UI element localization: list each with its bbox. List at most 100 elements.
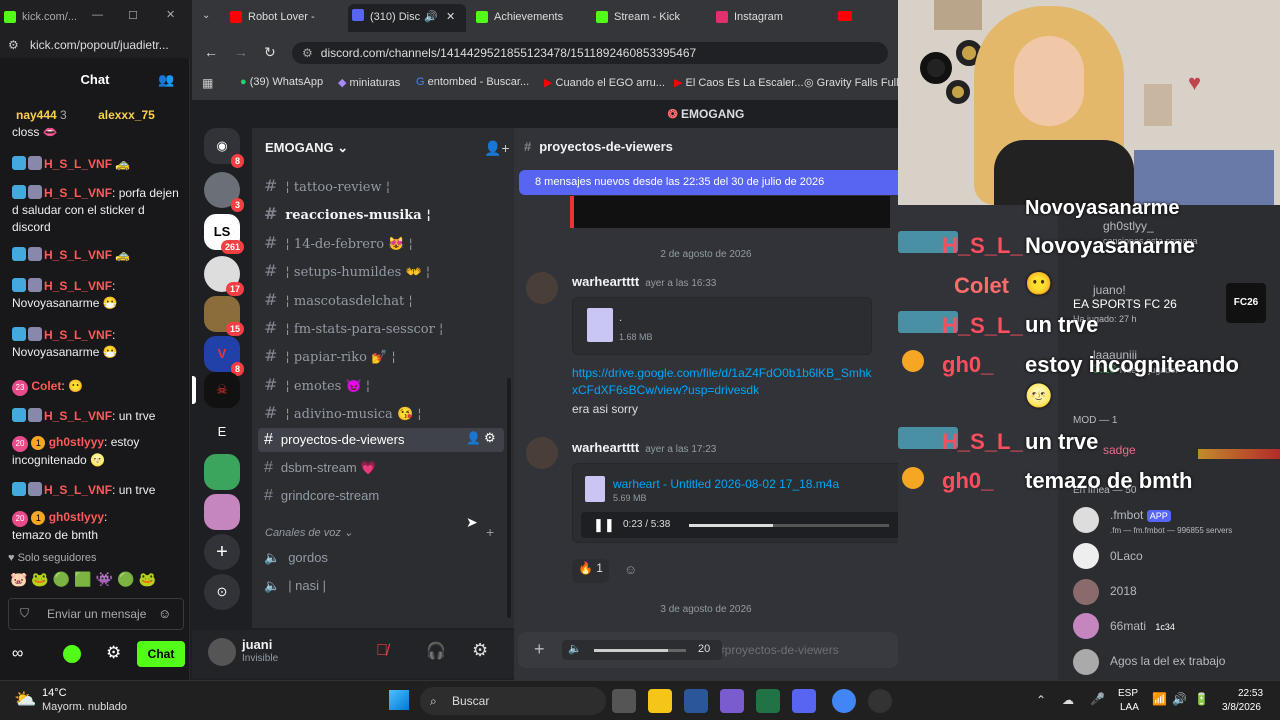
avatar[interactable] — [1073, 543, 1099, 569]
channel-grindcore-stream[interactable]: # grindcore-stream — [264, 487, 379, 505]
close-tab-icon[interactable]: ✕ — [446, 4, 455, 30]
volume-slider[interactable]: 🔈 20 — [562, 640, 722, 660]
member-item[interactable]: Agos la del ex trabajo — [1110, 654, 1225, 668]
send-chat-button[interactable]: Chat — [137, 641, 185, 667]
member-item[interactable]: 0Laco — [1110, 549, 1143, 563]
chat-username[interactable]: H_S_L_VNF — [44, 186, 112, 200]
windows-start-icon[interactable] — [389, 690, 409, 710]
task-view-icon[interactable] — [612, 689, 636, 713]
avatar[interactable] — [1073, 649, 1099, 675]
close-icon[interactable]: ✕ — [166, 8, 175, 21]
tray-chevron-icon[interactable]: ⌃ — [1036, 693, 1046, 707]
voice-channel[interactable]: 🔈 gordos — [264, 550, 328, 566]
new-messages-banner[interactable]: 8 mensajes nuevos desde las 22:35 del 30… — [519, 170, 898, 195]
avatar[interactable] — [1073, 613, 1099, 639]
volume-icon[interactable]: 🔊 — [1172, 692, 1187, 706]
bookmark[interactable]: ▶ El Caos Es La Escaler... — [674, 76, 804, 89]
voice-channel[interactable]: 🔈 | nasi | — [264, 578, 326, 594]
message-author[interactable]: warheartttt — [572, 440, 639, 455]
pinned-user[interactable]: alexxx_75 — [98, 108, 155, 122]
browser-tab[interactable]: Stream - Kick — [592, 6, 704, 28]
discover-icon[interactable]: ⊙ — [204, 574, 240, 610]
member-item[interactable]: 2018 — [1110, 584, 1137, 598]
bookmark[interactable]: ◆ miniaturas — [338, 76, 400, 89]
mic-muted-icon[interactable]: 🎙̸ — [376, 642, 388, 660]
speaker-icon[interactable]: 🔊 — [424, 4, 438, 30]
browser-tab[interactable]: Robot Lover - — [226, 6, 338, 28]
server-icon[interactable]: V8 — [204, 336, 244, 376]
chat-username[interactable]: H_S_L_VNF — [44, 409, 112, 423]
headphones-icon[interactable]: 🎧 — [426, 641, 446, 661]
drive-link[interactable]: https://drive.google.com/file/d/1aZ4FdO0… — [572, 365, 872, 399]
browser-tab-active[interactable]: (310) Disc 🔊 ✕ — [348, 4, 466, 32]
browser-tab[interactable]: Instagram — [712, 6, 824, 28]
channel-14-de-febrero[interactable]: # ¦ 14-de-febrero 😻 ¦ — [264, 233, 413, 252]
channel-setups-humildes[interactable]: # ¦ setups-humildes 👐 ¦ — [264, 261, 430, 280]
server-icon[interactable]: LS 261 — [204, 214, 244, 254]
member-item[interactable]: .fmbot APP .fm — fm.fmbot — 996855 server… — [1110, 508, 1232, 536]
server-icon[interactable]: 3 — [204, 172, 244, 212]
obs-icon[interactable] — [868, 689, 892, 713]
chat-username[interactable]: Colet — [31, 379, 61, 393]
kick-logo-icon[interactable] — [63, 645, 81, 663]
emoji-picker-icon[interactable]: ☺ — [158, 606, 171, 621]
server-icon[interactable]: E — [204, 414, 240, 450]
clock-date[interactable]: 3/8/2026 — [1222, 702, 1261, 713]
bookmark[interactable]: ◎ Gravity Falls Full E — [804, 76, 898, 89]
server-icon[interactable] — [204, 454, 240, 490]
bookmark[interactable]: ▶ Cuando el EGO arru... — [544, 76, 665, 89]
message-author[interactable]: warheartttt — [572, 274, 639, 289]
chat-username[interactable]: gh0stlyyy — [49, 510, 104, 524]
mic-icon[interactable]: 🎤 — [1090, 692, 1105, 706]
reload-icon[interactable]: ↻ — [264, 44, 276, 61]
address-bar[interactable]: ⚙ discord.com/channels/141442952185512347… — [292, 42, 888, 64]
copilot-icon[interactable] — [720, 689, 744, 713]
pinned-user[interactable]: nay444 — [16, 108, 57, 122]
file-name[interactable]: . — [619, 312, 622, 324]
wifi-icon[interactable]: 📶 — [1152, 692, 1167, 706]
avatar[interactable] — [526, 437, 558, 469]
file-attachment[interactable]: . 1.68 MB — [572, 297, 872, 355]
gear-icon[interactable]: ⚙ — [484, 430, 496, 446]
channel-reacciones-musika[interactable]: # reacciones-musika ¦ — [264, 204, 431, 223]
infinity-icon[interactable]: ∞ — [12, 645, 23, 663]
back-icon[interactable]: ← — [204, 44, 218, 60]
channel-papiar-riko[interactable]: # ¦ papiar-riko 💅 ¦ — [264, 346, 396, 365]
pause-icon[interactable]: ❚❚ — [593, 517, 615, 533]
user-settings-icon[interactable]: ⚙ — [472, 640, 488, 661]
channel-emotes[interactable]: # ¦ emotes 😈 ¦ — [264, 375, 370, 394]
reaction[interactable]: 🔥 1 — [572, 559, 609, 583]
avatar[interactable] — [208, 638, 236, 666]
server-name-header[interactable]: EMOGANG ⌄ — [265, 140, 348, 156]
add-attachment-icon[interactable]: + — [534, 639, 545, 660]
excel-icon[interactable] — [756, 689, 780, 713]
add-channel-icon[interactable]: + — [486, 524, 494, 540]
invite-icon[interactable]: 👤+ — [484, 140, 510, 157]
file-explorer-icon[interactable] — [648, 689, 672, 713]
site-settings-icon[interactable]: ⚙ — [8, 38, 19, 52]
users-icon[interactable]: 👥 — [158, 72, 174, 88]
forward-icon[interactable]: → — [234, 44, 248, 60]
chat-username[interactable]: H_S_L_VNF — [44, 328, 112, 342]
scrollbar[interactable] — [507, 378, 511, 618]
chat-username[interactable]: H_S_L_VNF — [44, 157, 112, 171]
audio-file-name[interactable]: warheart - Untitled 2026-08-02 17_18.m4a — [613, 477, 839, 491]
avatar[interactable] — [1073, 579, 1099, 605]
apps-icon[interactable]: ▦ — [202, 76, 213, 90]
add-member-icon[interactable]: 👤 — [466, 431, 481, 445]
language-indicator[interactable]: ESP — [1118, 688, 1138, 699]
channel-adivino-musica[interactable]: # ¦ adivino-musica 😘 ¦ — [264, 403, 422, 422]
kick-url[interactable]: kick.com/popout/juadietr... — [0, 34, 190, 58]
avatar[interactable] — [1073, 507, 1099, 533]
channel-tattoo-review[interactable]: # ¦ tattoo-review ¦ — [264, 176, 390, 195]
avatar[interactable] — [526, 272, 558, 304]
browser-tab[interactable]: Achievements — [472, 6, 584, 28]
clock-time[interactable]: 22:53 — [1238, 688, 1263, 699]
tab-search-icon[interactable]: ⌄ — [202, 10, 210, 21]
chrome-icon[interactable] — [832, 689, 856, 713]
discord-home-icon[interactable]: ◉ 8 — [204, 128, 244, 168]
maximize-icon[interactable]: ☐ — [128, 9, 138, 22]
add-server-icon[interactable]: + — [204, 534, 240, 570]
server-icon[interactable] — [204, 494, 240, 530]
minimize-icon[interactable]: — — [92, 9, 103, 21]
